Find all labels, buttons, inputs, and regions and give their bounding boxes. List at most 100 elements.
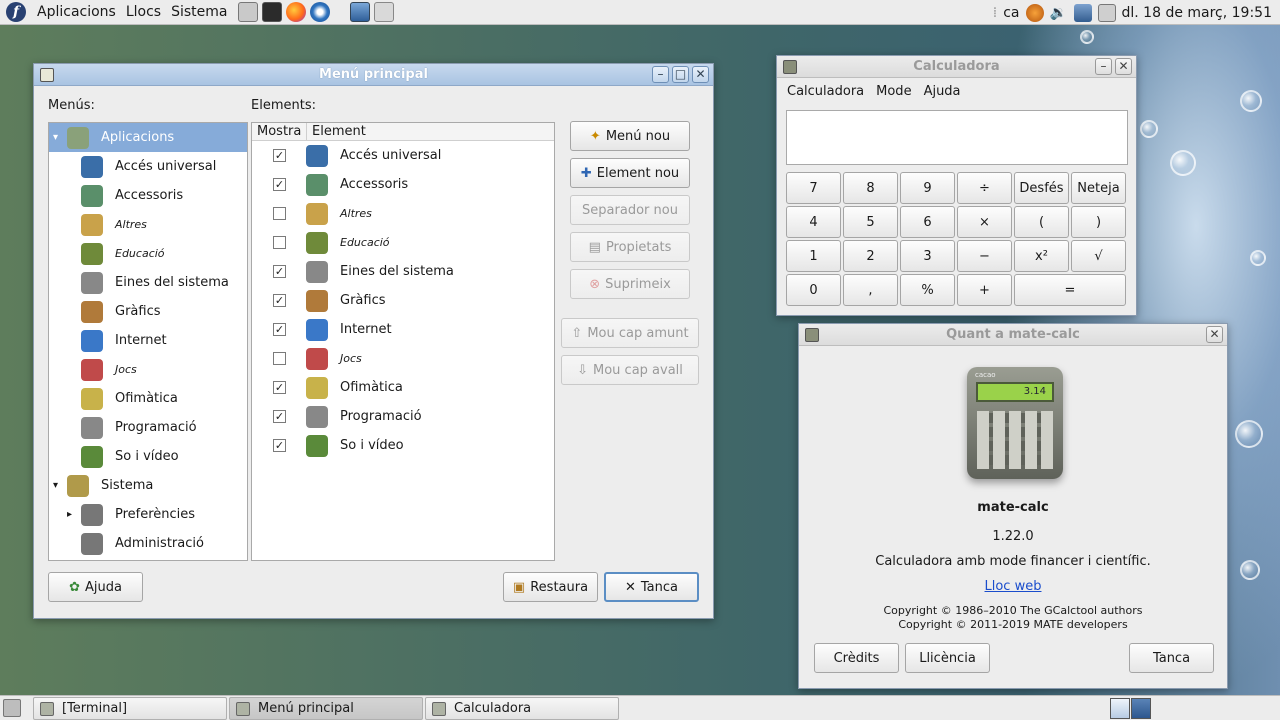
calc-key[interactable]: 2 [843, 240, 898, 272]
menu-mode[interactable]: Mode [876, 84, 911, 99]
new-menu-button[interactable]: ✦ Menú nou [570, 121, 690, 151]
file-manager-launcher-icon[interactable] [238, 2, 259, 22]
close-window-button[interactable]: ✕ [692, 66, 709, 83]
maximize-button[interactable]: □ [672, 66, 689, 83]
menus-tree-item[interactable]: Gràfics [49, 297, 247, 326]
close-button[interactable]: ✕ Tanca [604, 572, 699, 602]
calc-key[interactable]: + [957, 274, 1012, 306]
taskbar-button[interactable]: Menú principal [229, 697, 423, 720]
close-window-button[interactable]: ✕ [1115, 58, 1132, 75]
calc-key[interactable]: 7 [786, 172, 841, 204]
show-checkbox[interactable] [273, 207, 286, 220]
battery-icon[interactable] [1097, 3, 1116, 22]
calc-key[interactable]: = [1014, 274, 1126, 306]
close-window-button[interactable]: ✕ [1206, 326, 1223, 343]
firefox-launcher-icon[interactable] [286, 2, 307, 22]
system-menu[interactable]: Sistema [166, 0, 232, 25]
fedora-logo-icon[interactable]: f [6, 2, 26, 22]
elements-list-row[interactable]: ✓ Programació [252, 402, 554, 431]
calc-key[interactable]: x² [1014, 240, 1069, 272]
network-icon[interactable] [1073, 3, 1092, 22]
menus-tree-item[interactable]: ▾ Sistema [49, 471, 247, 500]
calc-key[interactable]: 1 [786, 240, 841, 272]
menus-tree-item[interactable]: ▸ Preferències [49, 500, 247, 529]
delete-button[interactable]: ⊗ Suprimeix [570, 269, 690, 299]
calc-key[interactable]: 5 [843, 206, 898, 238]
menu-calculadora[interactable]: Calculadora [787, 84, 864, 99]
move-up-button[interactable]: ⇧ Mou cap amunt [561, 318, 699, 348]
calc-key[interactable]: 0 [786, 274, 841, 306]
menus-tree-item[interactable]: Ofimàtica [49, 384, 247, 413]
properties-button[interactable]: ▤ Propietats [570, 232, 690, 262]
menus-tree-item[interactable]: Accés universal [49, 152, 247, 181]
calculator-titlebar[interactable]: Calculadora – ✕ [777, 56, 1136, 78]
show-checkbox[interactable]: ✓ [273, 265, 286, 278]
calc-key[interactable]: ÷ [957, 172, 1012, 204]
calc-key[interactable]: Neteja [1071, 172, 1126, 204]
elements-list-row[interactable]: Educació [252, 228, 554, 257]
calc-key[interactable]: ( [1014, 206, 1069, 238]
taskbar-button[interactable]: Calculadora [425, 697, 619, 720]
show-checkbox[interactable] [273, 236, 286, 249]
show-desktop-launcher-icon[interactable] [350, 2, 371, 22]
workspace-1[interactable] [1110, 698, 1130, 719]
calc-key[interactable]: Desfés [1014, 172, 1069, 204]
calc-key[interactable]: 3 [900, 240, 955, 272]
calc-key[interactable]: √ [1071, 240, 1126, 272]
move-down-button[interactable]: ⇩ Mou cap avall [561, 355, 699, 385]
update-notifier-icon[interactable] [1025, 3, 1044, 22]
elements-list-row[interactable]: ✓ So i vídeo [252, 431, 554, 460]
calc-key[interactable]: × [957, 206, 1012, 238]
show-checkbox[interactable]: ✓ [273, 294, 286, 307]
menus-tree-item[interactable]: Jocs [49, 355, 247, 384]
credits-button[interactable]: Crèdits [814, 643, 899, 673]
thunderbird-launcher-icon[interactable] [310, 2, 331, 22]
calc-key[interactable]: − [957, 240, 1012, 272]
new-item-button[interactable]: ✚ Element nou [570, 158, 690, 188]
show-checkbox[interactable]: ✓ [273, 410, 286, 423]
applications-menu[interactable]: Aplicacions [32, 0, 121, 25]
elements-list-row[interactable]: Altres [252, 199, 554, 228]
calc-key[interactable]: 6 [900, 206, 955, 238]
restore-button[interactable]: ▣ Restaura [503, 572, 598, 602]
show-checkbox[interactable]: ✓ [273, 149, 286, 162]
calc-key[interactable]: 4 [786, 206, 841, 238]
show-checkbox[interactable]: ✓ [273, 439, 286, 452]
new-separator-button[interactable]: Separador nou [570, 195, 690, 225]
expander-right-icon[interactable]: ▸ [67, 509, 72, 520]
calc-key[interactable]: % [900, 274, 955, 306]
calc-key[interactable]: 9 [900, 172, 955, 204]
about-close-button[interactable]: Tanca [1129, 643, 1214, 673]
about-titlebar[interactable]: Quant a mate-calc ✕ [799, 324, 1227, 346]
menus-tree-item[interactable]: ▾ Aplicacions [49, 123, 247, 152]
elements-list-row[interactable]: ✓ Internet [252, 315, 554, 344]
minimize-button[interactable]: – [1095, 58, 1112, 75]
elements-list-row[interactable]: Jocs [252, 344, 554, 373]
elements-list-row[interactable]: ✓ Eines del sistema [252, 257, 554, 286]
menu-ajuda[interactable]: Ajuda [924, 84, 961, 99]
elements-list-row[interactable]: ✓ Ofimàtica [252, 373, 554, 402]
calc-key[interactable]: 8 [843, 172, 898, 204]
menus-tree-item[interactable]: Educació [49, 239, 247, 268]
website-link[interactable]: Lloc web [985, 579, 1042, 594]
clock[interactable]: dl. 18 de març, 19:51 [1122, 5, 1273, 21]
menus-tree-item[interactable]: Altres [49, 210, 247, 239]
elements-list-row[interactable]: ✓ Gràfics [252, 286, 554, 315]
menus-tree-item[interactable]: Eines del sistema [49, 268, 247, 297]
expander-down-icon[interactable]: ▾ [53, 480, 58, 491]
calculator-display[interactable] [786, 110, 1128, 165]
elements-list-row[interactable]: ✓ Accés universal [252, 141, 554, 170]
calc-key[interactable]: , [843, 274, 898, 306]
menus-tree-item[interactable]: Programació [49, 413, 247, 442]
menus-tree-item[interactable]: Administració [49, 529, 247, 558]
show-desktop-icon[interactable] [3, 699, 21, 717]
taskbar-button[interactable]: [Terminal] [33, 697, 227, 720]
minimize-button[interactable]: – [652, 66, 669, 83]
expander-down-icon[interactable]: ▾ [53, 132, 58, 143]
elements-list-row[interactable]: ✓ Accessoris [252, 170, 554, 199]
keyboard-layout-indicator[interactable]: ca [1003, 5, 1019, 21]
calc-key[interactable]: ) [1071, 206, 1126, 238]
workspace-2[interactable] [1131, 698, 1151, 719]
column-header-show[interactable]: Mostra [252, 123, 307, 141]
places-menu[interactable]: Llocs [121, 0, 166, 25]
